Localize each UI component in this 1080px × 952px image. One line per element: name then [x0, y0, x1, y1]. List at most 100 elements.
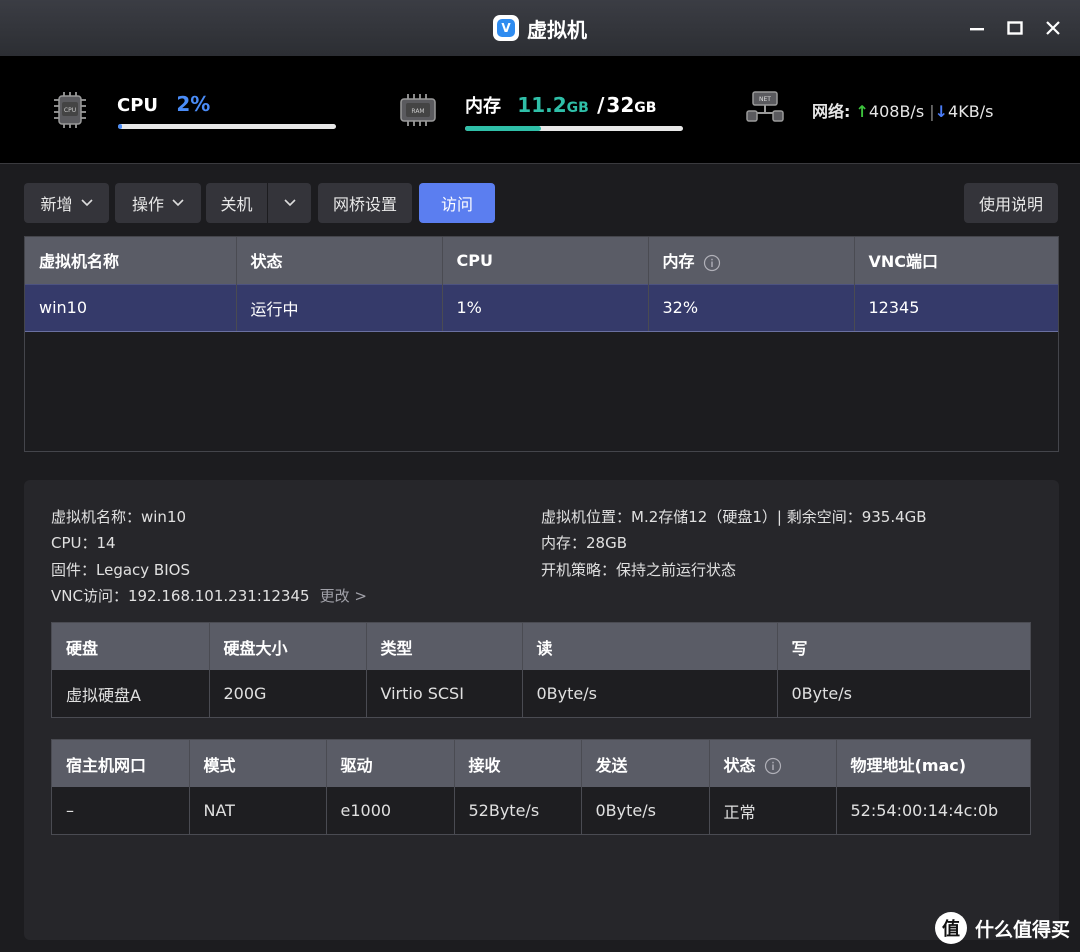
network-label: 网络: — [812, 102, 851, 121]
detail-firmware: 固件：Legacy BIOS — [51, 561, 190, 579]
net-status-cell: 正常 — [709, 787, 837, 834]
disk-table: 硬盘 硬盘大小 类型 读 写 虚拟硬盘A 200G Virtio SCSI 0B… — [51, 622, 1031, 718]
disk-col-disk: 硬盘 — [52, 623, 210, 670]
network-icon: NET — [746, 91, 784, 122]
download-arrow-icon: ↓ — [934, 102, 949, 121]
cpu-chip-icon: CPU — [54, 92, 86, 128]
ram-chip-text: RAM — [411, 108, 424, 115]
chevron-down-icon — [283, 199, 296, 207]
net-receive-cell: 52Byte/s — [454, 787, 582, 834]
help-button[interactable]: 使用说明 — [964, 183, 1058, 223]
add-button-label: 新增 — [40, 195, 73, 214]
disk-col-type: 类型 — [366, 623, 523, 670]
visit-button-label: 访问 — [440, 195, 473, 214]
chevron-down-icon — [80, 199, 93, 207]
disk-write-cell: 0Byte/s — [777, 670, 1030, 717]
cpu-chip-text: CPU — [64, 107, 76, 114]
maximize-icon[interactable] — [1006, 16, 1024, 40]
close-icon[interactable] — [1044, 16, 1062, 40]
disk-col-read: 读 — [522, 623, 778, 670]
disk-type-cell: Virtio SCSI — [366, 670, 523, 717]
watermark-text: 什么值得买 — [974, 918, 1070, 941]
detail-boot-policy: 开机策略：保持之前运行状态 — [541, 561, 737, 579]
net-col-driver: 驱动 — [326, 740, 455, 787]
net-col-mode: 模式 — [189, 740, 327, 787]
vm-col-cpu[interactable]: CPU — [442, 237, 649, 284]
vm-name-cell: win10 — [25, 283, 237, 332]
memory-stat-label: 内存 — [465, 96, 501, 117]
memory-usage-bar — [465, 126, 683, 131]
net-col-send: 发送 — [581, 740, 710, 787]
download-rate: 4KB/s — [948, 102, 994, 121]
detail-cpu: CPU：14 — [51, 534, 116, 552]
window-title: 虚拟机 — [527, 17, 587, 42]
shutdown-options-button[interactable] — [268, 183, 311, 223]
watermark-logo-icon: 值 — [934, 912, 967, 944]
app-logo-letter: V — [497, 19, 515, 37]
network-chip-text: NET — [759, 96, 771, 103]
vm-vnc-port-cell: 12345 — [854, 283, 1058, 332]
memory-usage-fill — [465, 126, 542, 131]
memory-used-unit: GB — [566, 100, 589, 116]
add-dropdown-button[interactable]: 新增 — [24, 183, 109, 223]
bridge-settings-label: 网桥设置 — [332, 195, 397, 214]
memory-used-value: 11.2 — [517, 93, 567, 117]
vm-status-cell: 运行中 — [236, 283, 443, 332]
ram-chip-icon: RAM — [400, 94, 436, 126]
net-send-cell: 0Byte/s — [581, 787, 710, 834]
detail-vnc: VNC访问：192.168.101.231:12345 — [51, 587, 310, 605]
cpu-stat-label: CPU — [117, 95, 159, 116]
disk-name-cell: 虚拟硬盘A — [52, 670, 210, 717]
net-mac-cell: 52:54:00:14:4c:0b — [836, 787, 1030, 834]
vm-col-vnc-port[interactable]: VNC端口 — [854, 237, 1058, 284]
cpu-usage-value: 2% — [176, 92, 211, 116]
net-col-receive: 接收 — [454, 740, 582, 787]
info-icon[interactable] — [764, 757, 782, 775]
net-host-port-cell: – — [52, 787, 190, 834]
cpu-usage-bar — [118, 124, 336, 129]
minimize-icon[interactable] — [968, 16, 986, 40]
network-table: 宿主机网口 模式 驱动 接收 发送 状态 物理地址(mac) – NAT e10… — [51, 739, 1031, 835]
table-row[interactable]: win10 运行中 1% 32% 12345 — [25, 283, 1058, 332]
bridge-settings-button[interactable]: 网桥设置 — [318, 183, 412, 223]
vm-col-memory-label: 内存 — [662, 252, 695, 272]
net-col-mac: 物理地址(mac) — [836, 740, 1030, 787]
cpu-usage-fill — [118, 124, 123, 129]
disk-col-size: 硬盘大小 — [209, 623, 367, 670]
watermark: 值 什么值得买 — [934, 912, 1070, 944]
memory-separator: / — [597, 93, 605, 117]
operations-dropdown-button[interactable]: 操作 — [115, 183, 201, 223]
detail-location: 虚拟机位置：M.2存储12（硬盘1）| 剩余空间：935.4GB — [541, 508, 927, 526]
info-icon[interactable] — [703, 254, 721, 272]
table-row: – NAT e1000 52Byte/s 0Byte/s 正常 52:54:00… — [52, 787, 1030, 834]
visit-button[interactable]: 访问 — [419, 183, 495, 223]
vm-col-memory[interactable]: 内存 — [648, 237, 855, 284]
resource-stats-bar: CPU CPU 2% RAM 内存 11.2GB /32GB NET 网络: ↑… — [0, 56, 1080, 164]
disk-size-cell: 200G — [209, 670, 367, 717]
vm-cpu-cell: 1% — [442, 283, 649, 332]
title-bar: V 虚拟机 — [0, 0, 1080, 56]
help-button-label: 使用说明 — [978, 195, 1043, 214]
vm-memory-cell: 32% — [648, 283, 855, 332]
network-stats: 网络: ↑408B/s |↓4KB/s — [812, 98, 993, 122]
vm-col-name[interactable]: 虚拟机名称 — [25, 237, 237, 284]
memory-total-value: 32 — [606, 93, 635, 117]
vm-col-status[interactable]: 状态 — [236, 237, 443, 284]
net-col-status: 状态 — [709, 740, 837, 787]
disk-read-cell: 0Byte/s — [522, 670, 778, 717]
net-driver-cell: e1000 — [326, 787, 455, 834]
vnc-change-link[interactable]: 更改 > — [320, 587, 367, 605]
detail-memory: 内存：28GB — [541, 534, 628, 552]
upload-rate: 408B/s — [868, 102, 925, 121]
network-table-header: 宿主机网口 模式 驱动 接收 发送 状态 物理地址(mac) — [52, 740, 1030, 787]
net-col-host-port: 宿主机网口 — [52, 740, 190, 787]
table-row: 虚拟硬盘A 200G Virtio SCSI 0Byte/s 0Byte/s — [52, 670, 1030, 717]
disk-col-write: 写 — [777, 623, 1030, 670]
shutdown-button-label: 关机 — [220, 195, 253, 214]
vm-table-header: 虚拟机名称 状态 CPU 内存 VNC端口 — [25, 237, 1058, 284]
shutdown-button[interactable]: 关机 — [206, 183, 267, 223]
operations-button-label: 操作 — [131, 195, 164, 214]
net-mode-cell: NAT — [189, 787, 327, 834]
chevron-down-icon — [172, 199, 184, 207]
disk-table-header: 硬盘 硬盘大小 类型 读 写 — [52, 623, 1030, 670]
